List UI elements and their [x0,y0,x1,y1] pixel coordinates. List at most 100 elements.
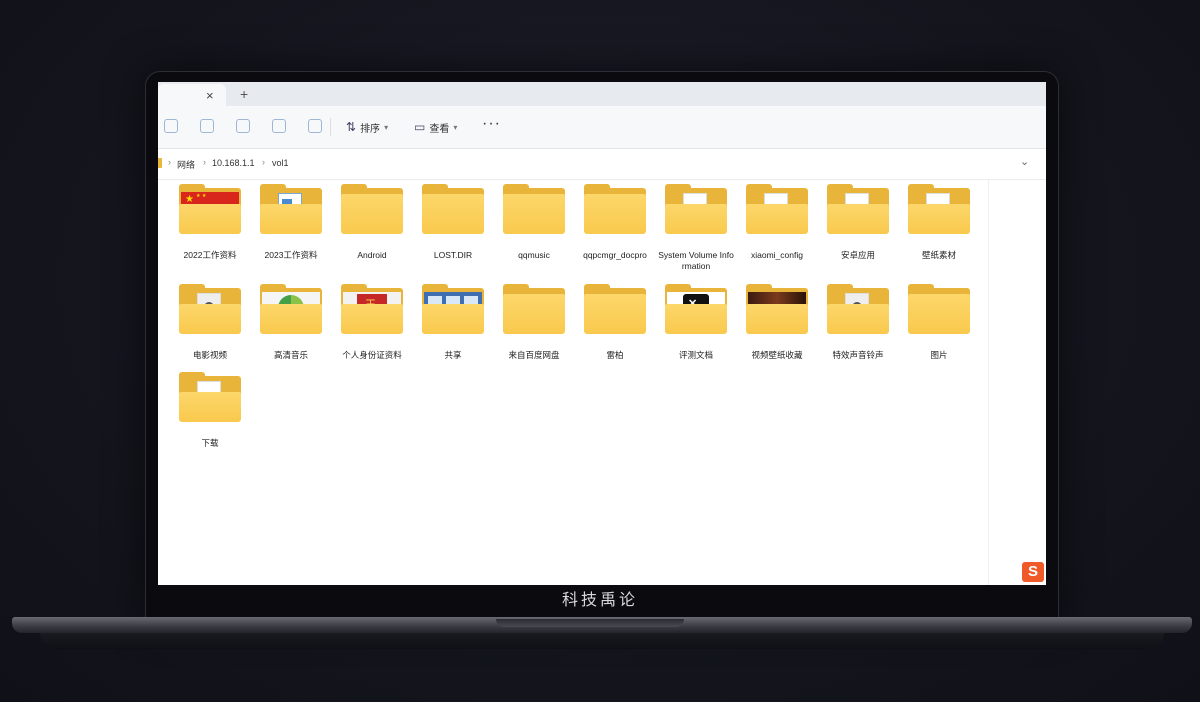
chevron-down-icon: ▾ [453,122,458,132]
folder-icon [260,284,322,334]
folder-name: 电影视频 [192,350,227,360]
folder-name: 共享 [444,350,462,360]
folder-icon [665,184,727,234]
folder-name: 个人身份证资料 [342,350,402,360]
sort-icon: ⇅ [346,120,357,134]
folder-item[interactable]: 来自百度网盘 [495,284,573,361]
folder-icon [179,284,241,334]
tab-active[interactable]: × [158,84,226,106]
file-explorer-window: × + ⇅ 排序 ▾ ▭ 查看 ▾ ··· › 网络 › 10.168.1.1 … [158,82,1046,585]
folder-name: 壁纸素材 [921,250,956,260]
folder-item[interactable]: qqmusic [495,184,573,261]
laptop-notch [496,619,684,627]
folder-item[interactable]: ✕ 评测文档 [657,284,735,361]
folder-name: xiaomi_config [751,250,803,260]
close-icon[interactable]: × [206,88,214,103]
folder-icon [584,284,646,334]
folder-item[interactable]: LOST.DIR [414,184,492,261]
folder-name: 图片 [930,350,948,360]
folder-item[interactable]: Android [333,184,411,261]
folder-icon [746,284,808,334]
file-grid: ★ ★ ★ 2022工作资料 2023工作资料 Android LOST.DIR qqmus… [158,180,986,585]
folder-name: Android [357,250,387,260]
scrollbar[interactable] [988,180,989,585]
breadcrumb-vol1[interactable]: vol1 [272,158,289,168]
breadcrumb-separator: › [262,157,265,167]
folder-item[interactable]: 图片 [900,284,978,361]
address-bar[interactable]: › 网络 › 10.168.1.1 › vol1 ⌄ [158,149,1046,180]
folder-name: 安卓应用 [840,250,875,260]
cut-icon[interactable] [164,119,178,133]
folder-item[interactable]: 王个人身份证资料 [333,284,411,361]
view-label: 查看 [429,123,450,135]
chevron-down-icon[interactable]: ⌄ [1020,155,1029,168]
folder-icon [341,184,403,234]
folder-name: 高清音乐 [273,350,308,360]
folder-icon: ★ ★ ★ [179,184,241,234]
folder-icon [422,284,484,334]
folder-icon [158,158,162,168]
chevron-down-icon: ▾ [384,122,389,132]
folder-icon [746,184,808,234]
folder-item[interactable]: ★ ★ ★ 2022工作资料 [171,184,249,261]
folder-item[interactable]: System Volume Information [657,184,735,272]
folder-item[interactable]: 2023工作资料 [252,184,330,261]
folder-name: 2022工作资料 [183,250,237,260]
folder-icon [260,184,322,234]
folder-icon: ✕ [665,284,727,334]
folder-item[interactable]: 共享 [414,284,492,361]
folder-item[interactable]: xiaomi_config [738,184,816,261]
folder-item[interactable]: qqpcmgr_docpro [576,184,654,261]
sohu-logo: S [1022,562,1044,582]
share-icon[interactable] [272,119,286,133]
folder-item[interactable]: 高清音乐 [252,284,330,361]
folder-item[interactable]: 雷柏 [576,284,654,361]
folder-name: 特效声音铃声 [832,350,884,360]
breadcrumb-separator: › [168,157,171,167]
folder-icon: 王 [341,284,403,334]
folder-name: 2023工作资料 [264,250,318,260]
folder-name: qqmusic [518,250,550,260]
folder-name: System Volume Information [658,250,734,271]
more-options-button[interactable]: ··· [482,115,501,133]
view-button[interactable]: ▭ 查看 ▾ [414,118,457,136]
folder-icon [908,184,970,234]
breadcrumb-host[interactable]: 10.168.1.1 [212,158,255,168]
sort-button[interactable]: ⇅ 排序 ▾ [346,118,388,136]
paste-icon[interactable] [236,119,250,133]
view-icon: ▭ [414,120,426,134]
watermark-text: 科技禹论 [561,592,638,609]
breadcrumb-separator: › [203,157,206,167]
tab-bar: × + [158,82,1046,106]
folder-name: 下载 [201,438,219,448]
folder-icon [908,284,970,334]
divider [330,118,331,136]
folder-name: 雷柏 [606,350,624,360]
folder-item[interactable]: 安卓应用 [819,184,897,261]
folder-item[interactable]: 电影视频 [171,284,249,361]
folder-icon [503,284,565,334]
new-tab-icon[interactable]: + [240,86,248,102]
folder-icon [827,184,889,234]
folder-icon [503,184,565,234]
folder-item[interactable]: 壁纸素材 [900,184,978,261]
folder-name: LOST.DIR [433,250,473,260]
delete-icon[interactable] [308,119,322,133]
command-bar: ⇅ 排序 ▾ ▭ 查看 ▾ ··· [158,106,1046,149]
sort-label: 排序 [360,123,381,135]
folder-name: 来自百度网盘 [508,350,560,360]
backdrop: × + ⇅ 排序 ▾ ▭ 查看 ▾ ··· › 网络 › 10.168.1.1 … [0,0,1200,702]
copy-icon[interactable] [200,119,214,133]
laptop-base-shadow [40,633,1164,649]
folder-name: 视频壁纸收藏 [751,350,803,360]
folder-name: 评测文档 [678,350,713,360]
folder-item[interactable]: 视频壁纸收藏 [738,284,816,361]
folder-icon [179,372,241,422]
breadcrumb-network[interactable]: 网络 [177,158,195,171]
folder-icon [584,184,646,234]
folder-icon [827,284,889,334]
folder-icon [422,184,484,234]
folder-name: qqpcmgr_docpro [583,250,647,260]
folder-item[interactable]: 下载 [171,372,249,449]
folder-item[interactable]: 特效声音铃声 [819,284,897,361]
